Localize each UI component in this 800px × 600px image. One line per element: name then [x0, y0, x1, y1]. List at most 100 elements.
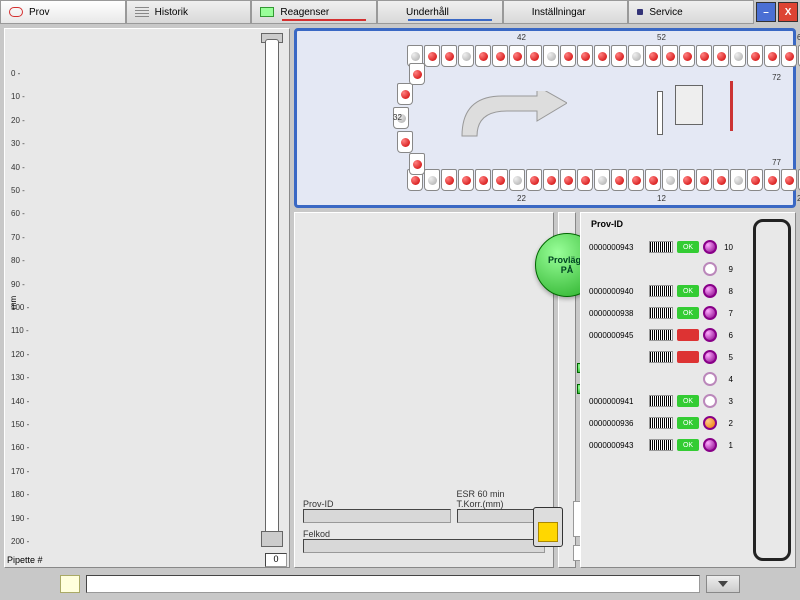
sample-row[interactable]: 0000000936OK2: [583, 413, 793, 433]
barcode-icon: [649, 351, 673, 363]
carousel-slot[interactable]: [696, 169, 712, 191]
tab-underhall[interactable]: Underhåll: [377, 0, 503, 24]
sample-present-icon: [530, 176, 539, 185]
carousel-slot[interactable]: [458, 169, 474, 191]
sample-row[interactable]: 00000009456: [583, 325, 793, 345]
carousel-slot[interactable]: [611, 169, 627, 191]
track-marker: 12: [657, 194, 666, 203]
carousel-panel: 42 52 62 22 12 2 32 72 77: [294, 28, 796, 208]
carousel-slot[interactable]: [492, 169, 508, 191]
prov-id-input[interactable]: [303, 509, 451, 523]
carousel-slot[interactable]: [662, 169, 678, 191]
sample-empty-icon: [598, 176, 607, 185]
sample-id: 0000000943: [589, 441, 645, 450]
carousel-slot[interactable]: [645, 45, 661, 67]
gauge-tick: 170 -: [11, 467, 29, 476]
carousel-slot[interactable]: [679, 45, 695, 67]
carousel-slot[interactable]: [764, 45, 780, 67]
carousel-slot[interactable]: [560, 45, 576, 67]
sample-id: 0000000943: [589, 243, 645, 252]
carousel-slot[interactable]: [594, 45, 610, 67]
prov-id-field: Prov-ID: [303, 499, 451, 523]
sample-row[interactable]: 0000000943OK1: [583, 435, 793, 455]
carousel-slot[interactable]: [611, 45, 627, 67]
carousel-slot[interactable]: [747, 169, 763, 191]
sample-row[interactable]: 0000000941OK3: [583, 391, 793, 411]
carousel-slot[interactable]: [781, 169, 797, 191]
carousel-slot[interactable]: [441, 169, 457, 191]
carousel-slot[interactable]: [679, 169, 695, 191]
carousel-slot[interactable]: [594, 169, 610, 191]
note-icon[interactable]: [60, 575, 80, 593]
position-indicator-icon: [703, 372, 717, 386]
sample-id: 0000000945: [589, 331, 645, 340]
sample-row[interactable]: 0000000943OK10: [583, 237, 793, 257]
carousel-slot[interactable]: [397, 83, 413, 105]
felkod-label: Felkod: [303, 529, 545, 539]
carousel-slot[interactable]: [526, 45, 542, 67]
carousel-slot[interactable]: [397, 131, 413, 153]
message-dropdown-button[interactable]: [706, 575, 740, 593]
pipette-gauge-panel: 0 -10 -20 -30 -40 -50 -60 -70 -80 -90 -1…: [4, 28, 290, 568]
sample-id: 0000000941: [589, 397, 645, 406]
position-number: 5: [721, 353, 733, 362]
carousel-slot[interactable]: [560, 169, 576, 191]
sample-row[interactable]: 0000000940OK8: [583, 281, 793, 301]
minimize-button[interactable]: –: [756, 2, 776, 22]
tab-reagenser[interactable]: Reagenser: [251, 0, 377, 24]
message-input[interactable]: [86, 575, 700, 593]
carousel-slot[interactable]: [577, 169, 593, 191]
carousel-slot[interactable]: [424, 169, 440, 191]
carousel-slot[interactable]: [424, 45, 440, 67]
carousel-slot[interactable]: [475, 169, 491, 191]
sample-row[interactable]: 0000000938OK7: [583, 303, 793, 323]
carousel-slot[interactable]: [645, 169, 661, 191]
position-indicator-icon: [703, 394, 717, 408]
carousel-slot[interactable]: [475, 45, 491, 67]
tab-historik[interactable]: Historik: [126, 0, 252, 24]
sample-present-icon: [445, 176, 454, 185]
carousel-slot[interactable]: [662, 45, 678, 67]
carousel-slot[interactable]: [713, 169, 729, 191]
carousel-slot[interactable]: [696, 45, 712, 67]
carousel-slot[interactable]: [409, 63, 425, 85]
carousel-slot[interactable]: [492, 45, 508, 67]
felkod-input[interactable]: [303, 539, 545, 553]
rack-header: Prov-ID: [591, 219, 793, 229]
sample-row[interactable]: 5: [583, 347, 793, 367]
carousel-slot[interactable]: [509, 45, 525, 67]
close-button[interactable]: X: [778, 2, 798, 22]
carousel-slot[interactable]: [628, 45, 644, 67]
carousel-slot[interactable]: [409, 153, 425, 175]
sample-empty-icon: [666, 176, 675, 185]
carousel-slot[interactable]: [713, 45, 729, 67]
carousel-slot[interactable]: [781, 45, 797, 67]
carousel-slot[interactable]: [747, 45, 763, 67]
sample-present-icon: [768, 176, 777, 185]
sample-present-icon: [564, 176, 573, 185]
sample-empty-icon: [462, 52, 471, 61]
gauge-tick: 60 -: [11, 209, 25, 218]
sample-row[interactable]: 4: [583, 369, 793, 389]
carousel-slot[interactable]: [764, 169, 780, 191]
carousel-slot[interactable]: [458, 45, 474, 67]
carousel-slot[interactable]: [577, 45, 593, 67]
sample-present-icon: [717, 52, 726, 61]
carousel-slot[interactable]: [543, 45, 559, 67]
carousel-slot[interactable]: [628, 169, 644, 191]
carousel-slot[interactable]: [441, 45, 457, 67]
tab-label: Inställningar: [532, 7, 586, 18]
tab-prov[interactable]: Prov: [0, 0, 126, 24]
pipette-tube: [265, 39, 279, 537]
tab-installningar[interactable]: Inställningar: [503, 0, 629, 24]
esr-input[interactable]: [457, 509, 546, 523]
gauge-tick: 140 -: [11, 397, 29, 406]
carousel-slot[interactable]: [526, 169, 542, 191]
carousel-slot[interactable]: [730, 45, 746, 67]
carousel-slot[interactable]: [730, 169, 746, 191]
tab-service[interactable]: Service: [628, 0, 754, 24]
carousel-slot[interactable]: [543, 169, 559, 191]
sample-row[interactable]: 9: [583, 259, 793, 279]
carousel-slot[interactable]: [509, 169, 525, 191]
sample-present-icon: [666, 52, 675, 61]
